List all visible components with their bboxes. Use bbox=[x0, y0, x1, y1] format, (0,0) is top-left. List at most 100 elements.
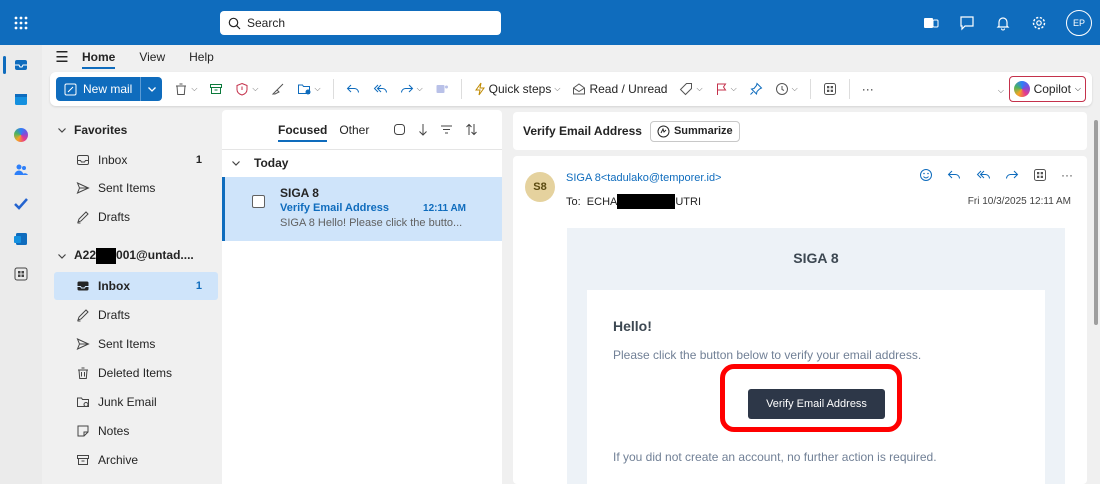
reply-all-icon bbox=[373, 84, 387, 93]
archive-button[interactable] bbox=[209, 82, 223, 96]
group-today-header[interactable]: Today bbox=[222, 150, 502, 176]
onedrive-app-icon[interactable] bbox=[0, 227, 42, 251]
search-input[interactable]: Search bbox=[220, 11, 501, 35]
feedback-icon[interactable] bbox=[958, 14, 976, 32]
reading-scrollbar[interactable] bbox=[1094, 120, 1098, 325]
email-body: SIGA 8 Hello! Please click the button be… bbox=[567, 228, 1065, 484]
move-to-button[interactable]: ⌵ bbox=[297, 82, 321, 96]
tab-view[interactable]: View bbox=[139, 50, 165, 64]
new-mail-button[interactable]: New mail bbox=[56, 77, 163, 101]
summarize-button[interactable]: Summarize bbox=[649, 120, 740, 142]
teams-icon[interactable] bbox=[922, 14, 940, 32]
sort-icon[interactable] bbox=[465, 123, 478, 136]
account-junk-email[interactable]: Junk Email bbox=[54, 388, 218, 416]
chevron-down-icon bbox=[58, 127, 66, 133]
tab-home[interactable]: Home bbox=[82, 50, 116, 69]
ribbon-expand-chevron[interactable]: ⌵ bbox=[998, 86, 1004, 96]
account-sent-items[interactable]: Sent Items bbox=[54, 330, 218, 358]
message-item[interactable]: SIGA 8 Verify Email Address 12:11 AM SIG… bbox=[222, 177, 502, 241]
categorize-button[interactable]: ⌵ bbox=[679, 82, 703, 96]
folder-label: Sent Items bbox=[98, 181, 156, 195]
read-unread-button[interactable]: Read / Unread bbox=[572, 82, 667, 96]
teams-icon bbox=[436, 85, 448, 93]
chevron-down-icon bbox=[58, 253, 66, 259]
apps-grid-icon[interactable] bbox=[1033, 168, 1047, 182]
reply-all-icon[interactable] bbox=[975, 168, 991, 182]
redaction-bar bbox=[96, 248, 117, 264]
ribbon-divider bbox=[848, 79, 850, 99]
app-launcher-icon[interactable] bbox=[0, 0, 42, 45]
forward-icon[interactable] bbox=[1005, 168, 1019, 182]
mail-app-icon[interactable] bbox=[0, 53, 42, 77]
copilot-button[interactable]: Copilot ⌵ bbox=[1008, 76, 1086, 102]
report-button[interactable]: ⌵ bbox=[235, 82, 259, 96]
message-checkbox[interactable] bbox=[252, 195, 265, 208]
forward-button[interactable]: ⌵ bbox=[400, 82, 423, 96]
sweep-button[interactable] bbox=[271, 82, 285, 96]
favorite-drafts[interactable]: Drafts bbox=[54, 203, 218, 231]
delete-button[interactable]: ⌵ bbox=[174, 82, 197, 96]
account-inbox[interactable]: Inbox 1 bbox=[54, 272, 218, 300]
reply-button[interactable] bbox=[346, 82, 360, 96]
pencil-icon bbox=[77, 309, 89, 322]
send-icon bbox=[76, 182, 90, 194]
tab-focused[interactable]: Focused bbox=[278, 123, 328, 142]
email-greeting: Hello! bbox=[613, 318, 652, 334]
tab-other[interactable]: Other bbox=[339, 123, 369, 137]
tab-help[interactable]: Help bbox=[189, 50, 214, 64]
arrow-down-icon[interactable] bbox=[418, 123, 428, 136]
reply-icon[interactable] bbox=[947, 168, 961, 182]
favorite-sent-items[interactable]: Sent Items bbox=[54, 174, 218, 202]
pin-button[interactable] bbox=[749, 82, 763, 96]
more-actions-icon[interactable]: ··· bbox=[1061, 168, 1073, 182]
group-today-label: Today bbox=[254, 156, 289, 170]
reply-all-button[interactable] bbox=[372, 82, 388, 96]
snooze-button[interactable]: ⌵ bbox=[775, 82, 798, 96]
favorites-header[interactable]: Favorites bbox=[58, 116, 127, 144]
quick-steps-button[interactable]: Quick steps ⌵ bbox=[474, 82, 560, 96]
todo-app-icon[interactable] bbox=[0, 192, 42, 216]
bell-icon[interactable] bbox=[994, 14, 1012, 32]
copilot-app-icon[interactable] bbox=[0, 123, 42, 147]
apps-button[interactable] bbox=[823, 82, 837, 96]
hamburger-menu-icon[interactable]: ☰ bbox=[42, 48, 82, 66]
sender-address[interactable]: SIGA 8<tadulako@temporer.id> bbox=[566, 172, 721, 184]
flag-icon bbox=[716, 83, 726, 95]
folder-label: Sent Items bbox=[98, 337, 156, 351]
folder-move-icon bbox=[297, 84, 310, 95]
people-app-icon[interactable] bbox=[0, 158, 42, 182]
account-archive[interactable]: Archive bbox=[54, 446, 218, 474]
account-deleted-items[interactable]: Deleted Items bbox=[54, 359, 218, 387]
recipient-suffix: UTRI bbox=[675, 195, 702, 208]
select-mode-icon[interactable] bbox=[393, 123, 406, 136]
emoji-icon[interactable] bbox=[919, 168, 933, 182]
sender-avatar: S8 bbox=[525, 172, 555, 202]
flag-button[interactable]: ⌵ bbox=[715, 82, 737, 96]
filter-icon[interactable] bbox=[440, 123, 453, 136]
teams-share-button[interactable] bbox=[435, 82, 449, 96]
forward-icon bbox=[400, 84, 413, 93]
settings-gear-icon[interactable] bbox=[1030, 14, 1048, 32]
account-notes[interactable]: Notes bbox=[54, 417, 218, 445]
verify-email-button[interactable]: Verify Email Address bbox=[748, 389, 885, 419]
ribbon-divider bbox=[332, 79, 334, 99]
email-instruction: Please click the button below to verify … bbox=[613, 348, 922, 362]
inbox-icon bbox=[77, 281, 89, 291]
broom-icon bbox=[271, 83, 283, 95]
account-header[interactable]: A22 001@untad.... bbox=[58, 242, 194, 270]
trash-icon bbox=[78, 367, 88, 379]
archive-icon bbox=[77, 455, 89, 465]
more-options-button[interactable]: ··· bbox=[862, 82, 874, 96]
favorite-inbox[interactable]: Inbox 1 bbox=[54, 146, 218, 174]
more-apps-icon[interactable] bbox=[0, 262, 42, 286]
folder-label: Drafts bbox=[98, 308, 131, 322]
account-drafts[interactable]: Drafts bbox=[54, 301, 218, 329]
message-subject: Verify Email Address bbox=[280, 202, 390, 214]
favorites-label: Favorites bbox=[74, 123, 128, 137]
calendar-app-icon[interactable] bbox=[0, 87, 42, 111]
user-avatar[interactable]: EP bbox=[1066, 9, 1092, 36]
copilot-icon bbox=[1013, 81, 1030, 97]
tag-icon bbox=[680, 83, 693, 96]
account-name-prefix: A22 bbox=[74, 248, 97, 263]
new-mail-dropdown[interactable] bbox=[140, 77, 162, 101]
